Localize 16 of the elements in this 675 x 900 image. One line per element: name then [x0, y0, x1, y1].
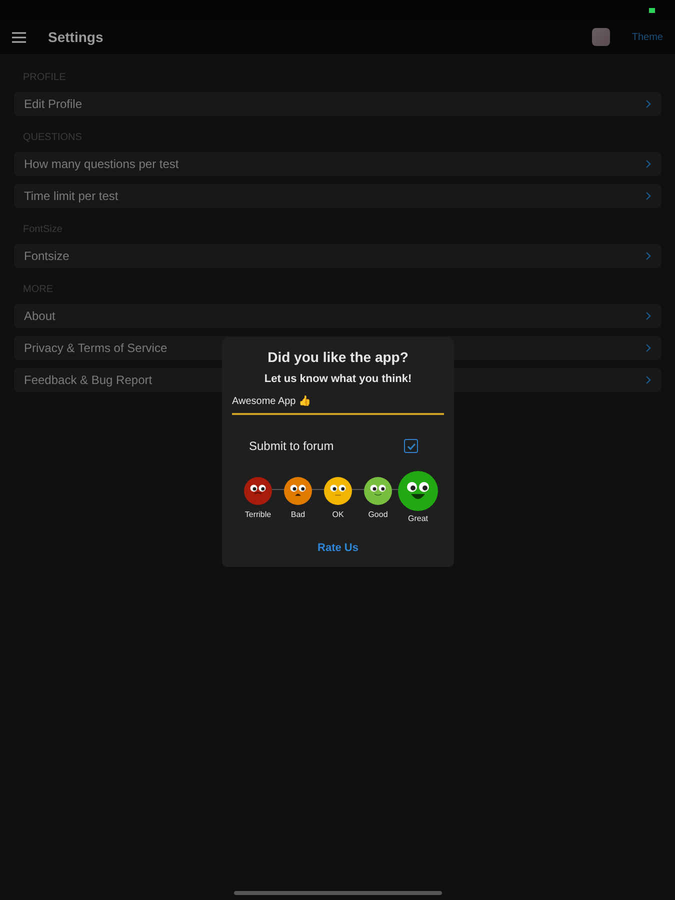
row-label: Time limit per test: [24, 189, 118, 203]
dialog-subtitle: Let us know what you think!: [264, 373, 412, 385]
row-label: About: [24, 309, 56, 323]
rating-label: Great: [408, 514, 428, 523]
row-label: Edit Profile: [24, 97, 82, 111]
dialog-title: Did you like the app?: [268, 349, 408, 365]
row-label: How many questions per test: [24, 157, 179, 171]
rating-label: Bad: [290, 510, 306, 519]
rating-label: Good: [368, 510, 388, 519]
checkbox-label: Submit to forum: [249, 439, 334, 453]
rating-label: OK: [332, 510, 344, 519]
page-title: Settings: [48, 29, 104, 45]
row-label: Feedback & Bug Report: [24, 373, 152, 387]
row-label: Fontsize: [24, 249, 70, 263]
row-label: Privacy & Terms of Service: [24, 341, 168, 355]
rating-label: Terrible: [244, 510, 272, 519]
